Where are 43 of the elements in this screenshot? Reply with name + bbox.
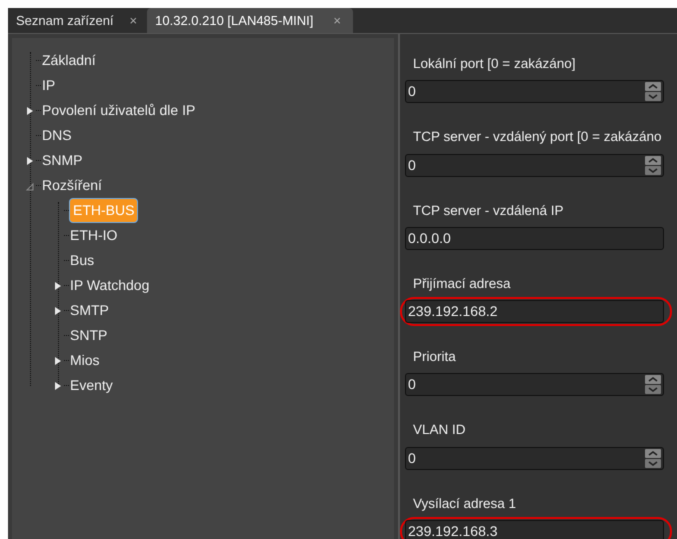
tree-item[interactable]: IP <box>41 75 56 96</box>
tree-item[interactable]: ETH-IO <box>69 225 118 246</box>
spinner-arrows-icon[interactable] <box>645 156 661 174</box>
input-field[interactable]: 239.192.168.2 <box>405 300 664 323</box>
number-field[interactable]: 0 <box>405 373 664 396</box>
tab-label: 10.32.0.210 [LAN485-MINI] <box>155 12 314 30</box>
tree-item[interactable]: SMTP <box>69 300 110 321</box>
tree-item[interactable]: SNMP <box>41 150 84 171</box>
input-field[interactable]: 239.192.168.3 <box>405 520 664 539</box>
field-label: Lokální port [0 = zakázáno] <box>412 55 576 73</box>
tree-item[interactable]: SNTP <box>69 325 108 346</box>
tree-item[interactable]: Povolení uživatelů dle IP <box>41 100 196 121</box>
number-field[interactable]: 0 <box>405 446 664 470</box>
field-label: TCP server - vzdálený port [0 = zakázáno <box>412 128 662 146</box>
tree-item[interactable]: IP Watchdog <box>69 275 150 296</box>
field-label: Priorita <box>412 348 457 366</box>
expanded-arrow-icon[interactable] <box>26 180 34 190</box>
field-label: Přijímací adresa <box>412 274 512 293</box>
tree-item[interactable]: Eventy <box>69 375 114 396</box>
collapsed-arrow-icon[interactable] <box>26 106 34 116</box>
collapsed-arrow-icon[interactable] <box>54 356 62 366</box>
tree-item[interactable]: Základní <box>41 50 97 71</box>
tree-item[interactable]: Rozšíření <box>41 175 103 196</box>
tab-label: Seznam zařízení <box>16 12 114 30</box>
spinner-arrows-icon[interactable] <box>645 82 661 102</box>
close-icon[interactable]: × <box>126 10 142 30</box>
spinner-arrows-icon[interactable] <box>645 448 661 468</box>
spinner-arrows-icon[interactable] <box>645 375 661 394</box>
field-label: Vysílací adresa 1 <box>412 494 518 513</box>
tree-item[interactable]: Mios <box>69 350 101 371</box>
field-label: VLAN ID <box>412 421 467 440</box>
field-label: TCP server - vzdálená IP <box>412 202 565 220</box>
tree-item[interactable]: Bus <box>69 250 96 271</box>
input-field[interactable]: 0.0.0.0 <box>405 226 664 250</box>
tab[interactable]: 10.32.0.210 [LAN485-MINI] × <box>147 8 353 33</box>
collapsed-arrow-icon[interactable] <box>54 280 62 290</box>
collapsed-arrow-icon[interactable] <box>54 380 62 390</box>
collapsed-arrow-icon[interactable] <box>54 306 62 316</box>
collapsed-arrow-icon[interactable] <box>26 156 34 166</box>
number-field[interactable]: 0 <box>405 80 664 104</box>
close-icon[interactable]: × <box>329 10 345 30</box>
number-field[interactable]: 0 <box>405 154 664 176</box>
tree-item[interactable]: DNS <box>41 125 73 146</box>
